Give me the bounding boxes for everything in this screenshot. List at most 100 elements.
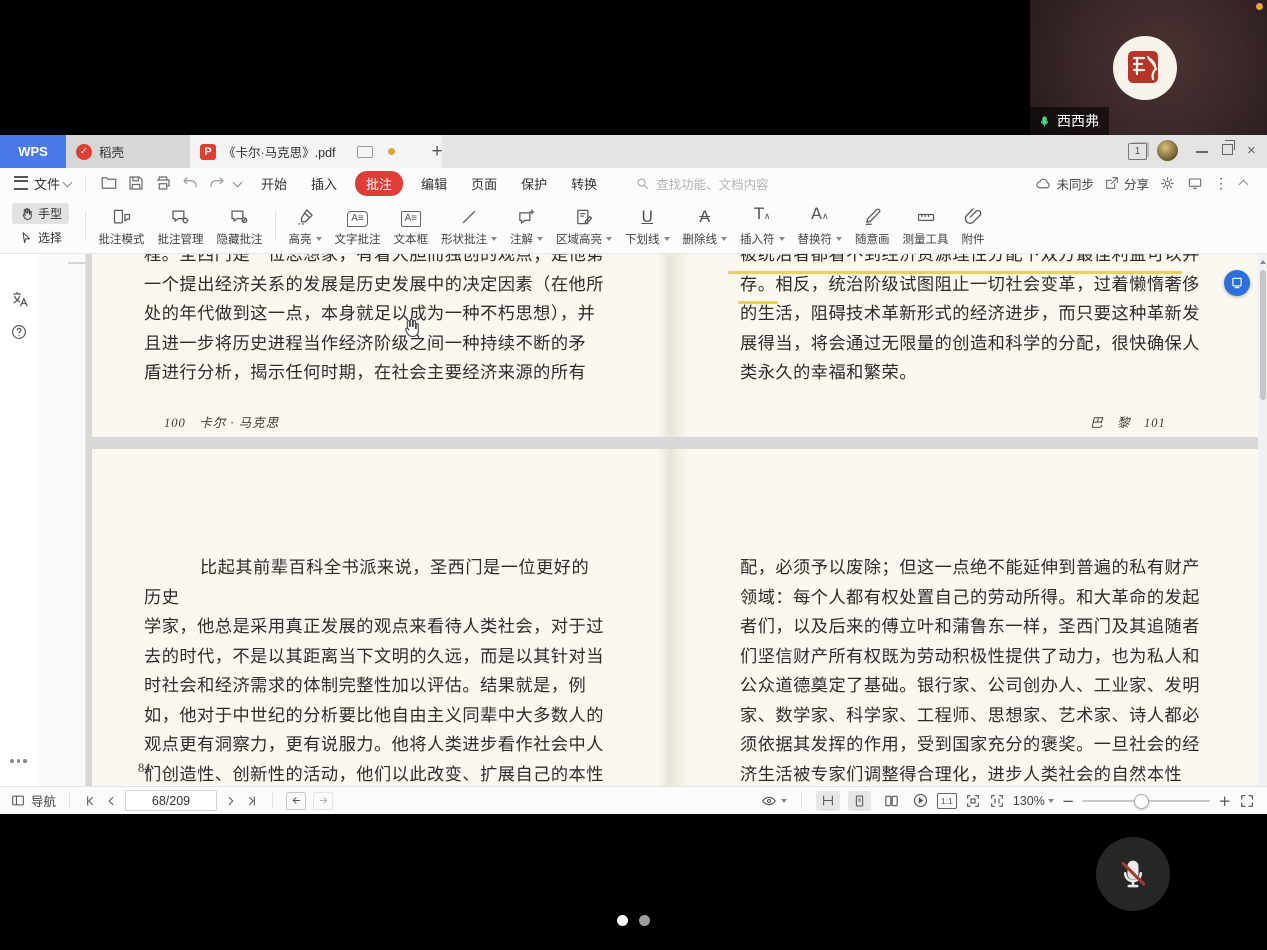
menu-insert[interactable]: 插入 [299,174,349,193]
dropdown-arrow-icon [606,237,612,241]
first-page-button[interactable] [83,794,97,808]
account-avatar[interactable] [1157,140,1178,161]
tool-replace-mark[interactable]: A∧ 替换符 [791,202,849,250]
tool-annotation-manage[interactable]: 批注管理 [151,202,210,250]
note-plus-icon [516,205,537,227]
navigation-toggle[interactable]: 导航 [10,791,56,810]
tool-free-draw[interactable]: 随意画 [849,202,897,250]
tool-text-annotation[interactable]: A≡ 文字批注 [328,202,387,250]
zoom-in-button[interactable]: + [1218,792,1231,810]
slide-indicator[interactable] [617,915,650,926]
translate-icon[interactable] [7,287,31,311]
hand-tool[interactable]: 手型 [12,203,69,224]
menu-annotate-active[interactable]: 批注 [355,171,403,196]
tool-annotation-mode[interactable]: 批注模式 [92,202,151,250]
tool-attachment[interactable]: 附件 [955,202,991,250]
dot-active[interactable] [617,915,628,926]
tool-shape-annotation[interactable]: 形状批注 [435,202,504,250]
tool-text-box[interactable]: A≡ 文本框 [387,202,435,250]
pencil-icon [862,205,883,227]
eye-protect-mode[interactable] [760,793,787,809]
help-icon[interactable] [7,320,31,344]
fit-width-button[interactable] [816,791,840,811]
settings-gear-icon[interactable] [1159,175,1176,192]
two-page-view-button[interactable] [879,791,904,811]
tool-highlight[interactable]: 高亮 [282,202,328,250]
fullscreen-button[interactable] [1239,793,1255,809]
actual-size-button[interactable]: 1:1 [937,793,957,809]
sync-status[interactable]: 未同步 [1035,174,1094,193]
tab-document[interactable]: P 《卡尔·马克思》.pdf [190,135,442,168]
dropdown-arrow-icon [537,237,543,241]
toolbar-expand-chevron-icon[interactable] [233,177,243,187]
menu-protect[interactable]: 保护 [509,174,559,193]
vertical-scrollbar[interactable] [1258,254,1267,786]
menu-convert[interactable]: 转换 [559,174,609,193]
save-icon[interactable] [127,174,145,192]
history-back-button[interactable] [286,792,306,810]
tool-underline[interactable]: U 下划线 [619,202,677,250]
tool-insert-caret[interactable]: T∧ 插入符 [734,202,792,250]
floating-tool-button[interactable] [1224,270,1250,296]
zoom-out-button[interactable]: − [1062,792,1075,810]
share-button[interactable]: 分享 [1104,174,1149,193]
single-page-view-button[interactable] [848,791,871,811]
annotation-sidebar [38,254,86,786]
restore-button[interactable] [1222,144,1233,155]
menu-edit[interactable]: 编辑 [409,174,459,193]
panel-handle[interactable] [68,262,90,264]
menu-file[interactable]: 文件 [34,174,62,193]
dot-inactive[interactable] [639,915,650,926]
redo-icon[interactable] [208,174,226,192]
pdf-page-spread-bottom[interactable]: 比起其前辈百科全书派来说，圣西门是一位更好的历史 学家，他总是采用真正发展的观点… [92,449,1258,786]
open-folder-icon[interactable] [100,174,118,192]
document-title: 《卡尔·马克思》.pdf [223,142,336,161]
ruler-icon [915,205,937,227]
new-tab-button[interactable]: + [424,139,450,165]
prev-page-button[interactable] [104,794,118,808]
tool-hide-annotations[interactable]: 隐藏批注 [210,202,269,250]
wps-home-button[interactable]: WPS [0,135,66,168]
scrollbar-thumb[interactable] [1260,270,1266,400]
annotation-manage-icon [170,205,191,227]
minimize-button[interactable] [1196,151,1208,153]
collapse-ribbon-icon[interactable] [1239,179,1249,189]
insert-caret-icon: T∧ [754,205,770,227]
select-tool[interactable]: 选择 [12,227,69,248]
page-number-input[interactable]: 68/209 [125,790,217,811]
undo-icon[interactable] [181,174,199,192]
tool-measure[interactable]: 测量工具 [896,202,955,250]
autoplay-button[interactable] [912,792,929,809]
scroll-up-icon[interactable] [1260,260,1266,264]
tool-note[interactable]: 注解 [504,202,550,250]
page-101-text: 被统治者都看不到经济资源理性分配下双方最佳利益可以并 存。相反，统治阶级试图阻止… [740,254,1202,388]
fit-page-button[interactable] [965,793,981,809]
sidebar-more-icon[interactable] [10,759,27,763]
more-menu-icon[interactable]: ⋮ [1214,175,1228,192]
annotation-mode-icon [112,205,132,227]
menu-page[interactable]: 页面 [459,174,509,193]
tool-area-highlight[interactable]: 区域高亮 [550,202,619,250]
window-count-badge[interactable]: 1 [1128,143,1147,160]
zoom-slider[interactable] [1082,800,1210,802]
microphone-muted-button[interactable] [1096,837,1170,911]
fit-visible-button[interactable] [989,793,1005,809]
history-forward-button[interactable] [313,792,333,810]
menu-start[interactable]: 开始 [249,174,299,193]
pdf-page-spread-top[interactable]: 程。圣西门是一位思想家，有着大胆而独创的观点；是他第 一个提出经济关系的发展是历… [92,254,1258,437]
close-button[interactable]: × [1247,142,1256,159]
zoom-level[interactable]: 130% [1013,794,1054,808]
zoom-slider-knob[interactable] [1134,794,1149,809]
search-input[interactable]: 查找功能、文档内容 [635,174,769,193]
next-page-button[interactable] [224,794,238,808]
shape-line-icon [459,205,479,227]
dropdown-arrow-icon [779,237,785,241]
last-page-button[interactable] [245,794,259,808]
print-icon[interactable] [154,174,172,192]
docer-icon: ✓ [76,144,92,160]
text-annotation-icon: A≡ [347,205,368,227]
feedback-icon[interactable] [1186,175,1204,191]
tab-docer[interactable]: ✓ 稻壳 [66,135,194,168]
tool-strikethrough[interactable]: A 删除线 [676,202,734,250]
hamburger-icon[interactable] [14,176,28,190]
